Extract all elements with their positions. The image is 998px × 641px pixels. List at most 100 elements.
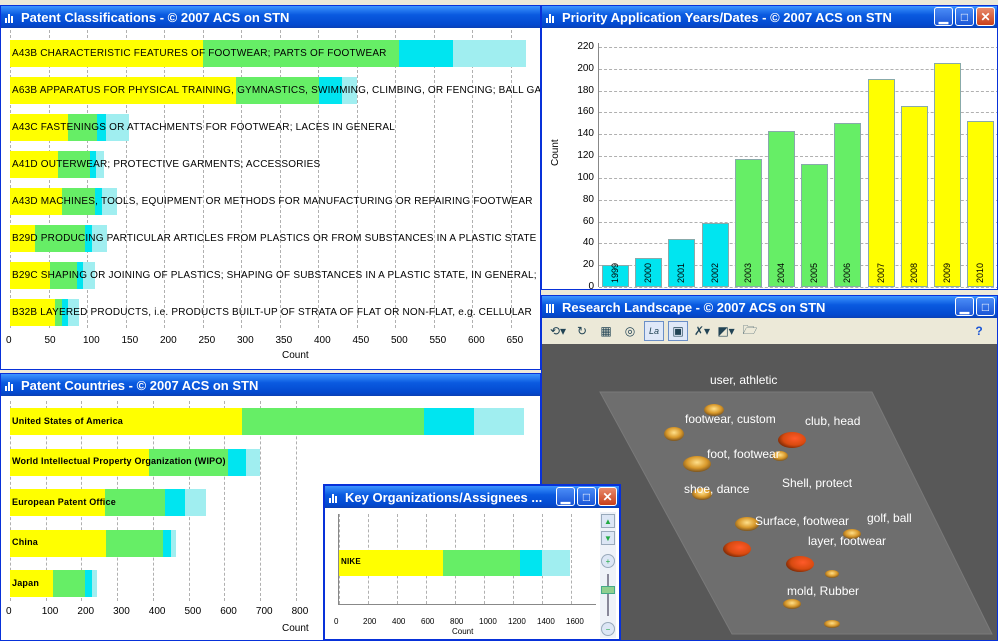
x-tick-label: 0 bbox=[6, 606, 12, 617]
bar-segment[interactable] bbox=[92, 570, 98, 597]
bar-label: B29D PRODUCING PARTICULAR ARTICLES FROM … bbox=[12, 232, 537, 244]
chart-icon bbox=[329, 492, 339, 503]
bar-segment[interactable] bbox=[474, 408, 525, 435]
priority-title-bar[interactable]: Priority Application Years/Dates - © 200… bbox=[542, 6, 997, 28]
x-tick-label: 150 bbox=[121, 335, 139, 346]
bar-segment[interactable] bbox=[398, 40, 453, 67]
gridline bbox=[241, 30, 242, 328]
y-tick-label: 180 bbox=[577, 84, 594, 96]
bar-segment[interactable] bbox=[165, 489, 185, 516]
landscape-label[interactable]: mold, Rubber bbox=[787, 584, 859, 598]
x-tick-label: 500 bbox=[184, 606, 202, 617]
x-tick-label: 250 bbox=[198, 335, 216, 346]
classifications-title: Patent Classifications - © 2007 ACS on S… bbox=[21, 9, 290, 25]
organizations-title: Key Organizations/Assignees ... bbox=[345, 489, 543, 505]
y-tick-label: 60 bbox=[582, 215, 594, 227]
maximize-button[interactable]: □ bbox=[577, 487, 596, 506]
x-tick-label: 350 bbox=[275, 335, 293, 346]
x-tick-label: 800 bbox=[291, 606, 309, 617]
bar-segment[interactable] bbox=[106, 529, 164, 557]
gridline bbox=[571, 514, 572, 604]
year-label: 2006 bbox=[842, 262, 853, 283]
year-label: 2003 bbox=[742, 262, 753, 283]
x-tick-label: 100 bbox=[41, 606, 59, 617]
bar-segment[interactable] bbox=[520, 550, 542, 576]
year-bar[interactable] bbox=[934, 63, 961, 287]
y-tick-label: 80 bbox=[582, 193, 594, 205]
landscape-label[interactable]: Shell, protect bbox=[782, 476, 852, 490]
landscape-toolbar: ⟲▾ ↻ ▦ ◎ La ▣ ✗▾ ◩▾ 🗁 ? bbox=[542, 318, 997, 344]
year-bar[interactable] bbox=[867, 78, 895, 287]
bar-segment[interactable] bbox=[242, 408, 425, 435]
open-folder-icon[interactable]: 🗁 bbox=[740, 321, 760, 341]
landscape-label[interactable]: layer, footwear bbox=[808, 534, 886, 548]
x-tick-label: 800 bbox=[450, 617, 464, 626]
bar-segment[interactable] bbox=[541, 550, 570, 576]
labels-icon[interactable]: La bbox=[644, 321, 664, 341]
bar-segment[interactable] bbox=[245, 448, 260, 476]
y-tick-label: 120 bbox=[577, 150, 594, 162]
maximize-button[interactable]: □ bbox=[955, 7, 974, 26]
grid-icon[interactable]: ▦ bbox=[596, 321, 616, 341]
target-icon[interactable]: ◎ bbox=[620, 321, 640, 341]
countries-title-bar[interactable]: Patent Countries - © 2007 ACS on STN bbox=[1, 374, 540, 396]
bar-segment[interactable] bbox=[163, 529, 171, 557]
year-label: 2000 bbox=[643, 262, 654, 283]
y-tick-label: 0 bbox=[588, 281, 594, 290]
landscape-label[interactable]: footwear, custom bbox=[685, 412, 776, 426]
bar-segment[interactable] bbox=[170, 529, 176, 557]
rotate-dropdown-icon[interactable]: ⟲▾ bbox=[548, 321, 568, 341]
help-icon[interactable]: ? bbox=[969, 321, 989, 341]
landscape-label[interactable]: Surface, footwear bbox=[755, 514, 849, 528]
minimize-button[interactable]: ▁ bbox=[556, 487, 575, 506]
bar-segment[interactable] bbox=[424, 408, 475, 435]
y-tick-label: 200 bbox=[577, 62, 594, 74]
bar-label: A43D MACHINES, TOOLS, EQUIPMENT OR METHO… bbox=[12, 195, 533, 207]
gridline bbox=[599, 47, 997, 48]
x-tick-label: 300 bbox=[237, 335, 254, 346]
bar-segment[interactable] bbox=[443, 550, 521, 576]
minimize-button[interactable]: ▁ bbox=[955, 297, 974, 316]
bar-segment[interactable] bbox=[52, 570, 85, 597]
landscape-label[interactable]: golf, ball bbox=[867, 511, 912, 525]
scroll-down-icon[interactable]: ▼ bbox=[601, 531, 615, 545]
year-bar[interactable] bbox=[900, 105, 928, 287]
organizations-title-bar[interactable]: Key Organizations/Assignees ... ▁ □ ✕ bbox=[325, 486, 619, 508]
landscape-label[interactable]: club, head bbox=[805, 414, 860, 428]
zoom-out-icon[interactable]: − bbox=[601, 622, 615, 636]
zoom-slider-thumb[interactable] bbox=[601, 586, 615, 594]
landscape-label[interactable]: shoe, dance bbox=[684, 482, 749, 496]
year-label: 2010 bbox=[975, 262, 986, 283]
refresh-icon[interactable]: ↻ bbox=[572, 321, 592, 341]
bar-segment[interactable] bbox=[452, 40, 526, 67]
tools-dropdown-icon[interactable]: ✗▾ bbox=[692, 321, 712, 341]
color-dropdown-icon[interactable]: ◩▾ bbox=[716, 321, 736, 341]
key-organizations-window: Key Organizations/Assignees ... ▁ □ ✕ NI… bbox=[323, 484, 621, 641]
x-tick-label: 1200 bbox=[508, 617, 526, 626]
zoom-slider[interactable] bbox=[607, 574, 609, 616]
minimize-button[interactable]: ▁ bbox=[934, 7, 953, 26]
priority-years-window: Priority Application Years/Dates - © 200… bbox=[541, 5, 998, 290]
landscape-title-bar[interactable]: Research Landscape - © 2007 ACS on STN ▁… bbox=[542, 296, 997, 318]
scroll-up-icon[interactable]: ▲ bbox=[601, 514, 615, 528]
x-tick-label: 50 bbox=[44, 335, 56, 346]
bar[interactable] bbox=[339, 550, 570, 576]
zoom-in-icon[interactable]: + bbox=[601, 554, 615, 568]
label-box-icon[interactable]: ▣ bbox=[668, 321, 688, 341]
landscape-label[interactable]: foot, footwear bbox=[707, 447, 780, 461]
gridline bbox=[202, 30, 204, 328]
x-tick-label: 200 bbox=[77, 606, 95, 617]
classifications-title-bar[interactable]: Patent Classifications - © 2007 ACS on S… bbox=[1, 6, 540, 28]
bar-segment[interactable] bbox=[227, 448, 246, 476]
close-button[interactable]: ✕ bbox=[598, 487, 617, 506]
bar-label: China bbox=[12, 537, 39, 547]
y-tick-label: 160 bbox=[577, 106, 594, 118]
bar-label: B32B LAYERED PRODUCTS, i.e. PRODUCTS BUI… bbox=[12, 306, 532, 318]
bar-segment[interactable] bbox=[84, 570, 93, 597]
close-button[interactable]: ✕ bbox=[976, 7, 995, 26]
gridline bbox=[599, 287, 997, 288]
y-tick-label: 140 bbox=[577, 128, 594, 140]
landscape-label[interactable]: user, athletic bbox=[710, 373, 777, 387]
maximize-button[interactable]: □ bbox=[976, 297, 995, 316]
bar-segment[interactable] bbox=[184, 489, 207, 516]
